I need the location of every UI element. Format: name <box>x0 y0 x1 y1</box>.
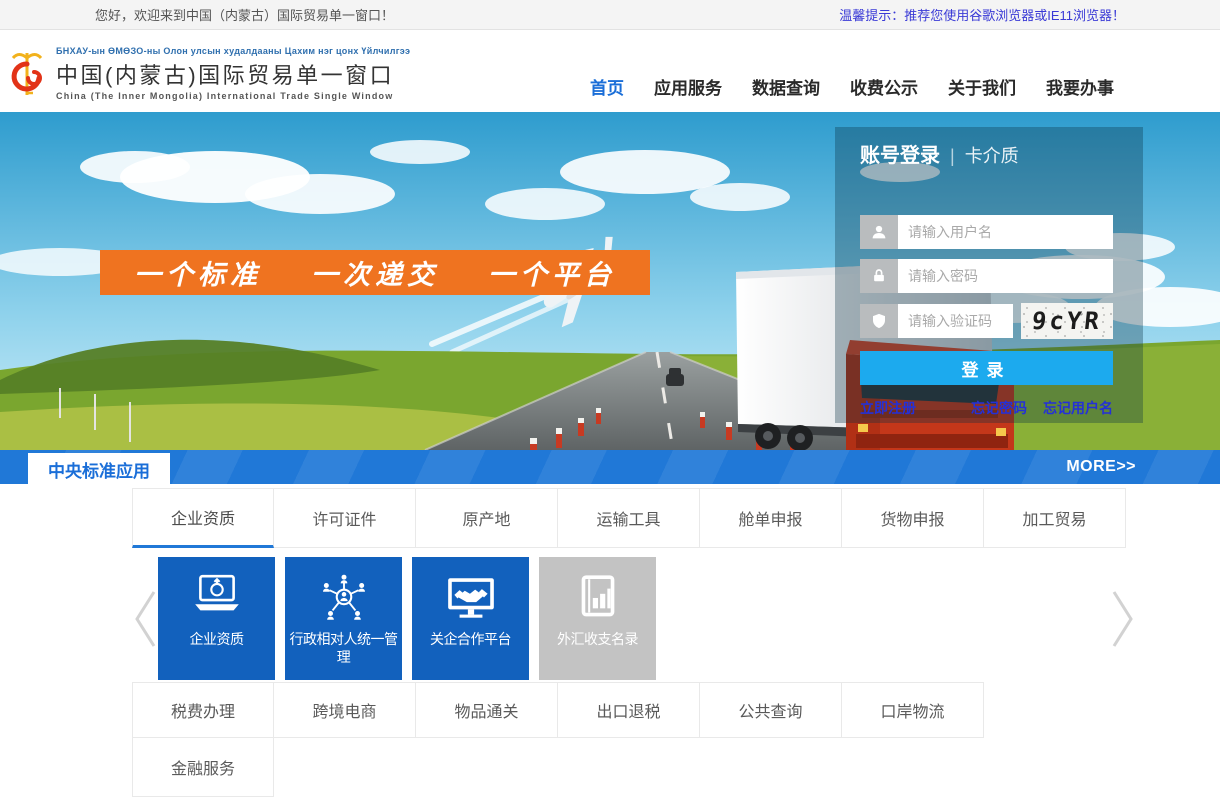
captcha-image[interactable]: 9cYR <box>1021 303 1113 339</box>
forgot-username-link[interactable]: 忘记用户名 <box>1043 398 1113 418</box>
login-links: 立即注册 忘记密码 忘记用户名 <box>860 398 1113 418</box>
card-administrative-counterpart-management[interactable]: 行政相对人统一管理 <box>285 557 402 680</box>
tab-card-login[interactable]: 卡介质 <box>965 142 1019 168</box>
tab-account-login[interactable]: 账号登录 <box>860 139 940 168</box>
site-logo: БНХАУ-ын ӨМӨЗО-ны Олон улсын худалдааны … <box>6 46 410 101</box>
app-category-tabs-row1: 企业资质 许可证件 原产地 运输工具 舱单申报 货物申报 加工贸易 <box>132 488 1126 548</box>
login-tab-divider: | <box>950 146 955 167</box>
tab-processing-trade[interactable]: 加工贸易 <box>984 488 1126 548</box>
tab-cross-border-ecommerce[interactable]: 跨境电商 <box>274 682 416 738</box>
captcha-code: 9cYR <box>1031 307 1104 335</box>
tab-manifest-declaration[interactable]: 舱单申报 <box>700 488 842 548</box>
app-category-tabs-row3: 金融服务 <box>132 737 274 797</box>
password-row <box>860 259 1113 293</box>
card-forex-receipts-directory[interactable]: 外汇收支名录 <box>539 557 656 680</box>
carousel-next-button[interactable] <box>1108 588 1136 650</box>
register-link[interactable]: 立即注册 <box>860 398 916 418</box>
people-network-icon <box>317 570 371 628</box>
browser-tip-text: 温馨提示：推荐您使用谷歌浏览器或IE11浏览器！ <box>839 5 1125 24</box>
card-customs-enterprise-cooperation-platform[interactable]: 关企合作平台 <box>412 557 529 680</box>
nav-item-about-us[interactable]: 关于我们 <box>948 74 1016 99</box>
slogan-banner: 一个标准 一次递交 一个平台 <box>100 250 650 295</box>
lock-icon <box>860 259 898 293</box>
app-cards: 企业资质 <box>158 557 656 680</box>
tab-goods-clearance[interactable]: 物品通关 <box>416 682 558 738</box>
carousel-prev-button[interactable] <box>132 588 160 650</box>
tab-financial-services[interactable]: 金融服务 <box>132 737 274 797</box>
captcha-input[interactable] <box>898 304 1013 338</box>
card-label: 企业资质 <box>188 630 246 648</box>
tab-tax-fee-handling[interactable]: 税费办理 <box>132 682 274 738</box>
tab-export-tax-rebate[interactable]: 出口退税 <box>558 682 700 738</box>
apps-section-band: 中央标准应用 MORE>> <box>0 450 1220 484</box>
site-header: БНХАУ-ын ӨМӨЗО-ны Олон улсын худалдааны … <box>0 30 1220 112</box>
ledger-chart-icon <box>571 570 625 628</box>
slogan-one-platform: 一个平台 <box>488 253 616 292</box>
hero-banner: 一个标准 一次递交 一个平台 账号登录 | 卡介质 <box>0 112 1220 450</box>
forgot-password-link[interactable]: 忘记密码 <box>971 398 1027 418</box>
slogan-one-submission: 一次递交 <box>311 253 439 292</box>
tab-port-logistics[interactable]: 口岸物流 <box>842 682 984 738</box>
card-label: 行政相对人统一管理 <box>285 630 402 666</box>
card-enterprise-qualification[interactable]: 企业资质 <box>158 557 275 680</box>
nav-item-my-affairs[interactable]: 我要办事 <box>1046 74 1114 99</box>
tab-enterprise-qualification[interactable]: 企业资质 <box>132 488 274 548</box>
login-panel: 账号登录 | 卡介质 <box>835 127 1143 423</box>
tab-license-certificates[interactable]: 许可证件 <box>274 488 416 548</box>
slogan-one-standard: 一个标准 <box>134 253 262 292</box>
captcha-row: 9cYR <box>860 303 1113 339</box>
customs-emblem-icon <box>6 49 48 99</box>
logo-mongolian-text: БНХАУ-ын ӨМӨЗО-ны Олон улсын худалдааны … <box>56 46 410 56</box>
laptop-emblem-icon <box>190 570 244 628</box>
nav-item-app-services[interactable]: 应用服务 <box>654 74 722 99</box>
nav-item-home[interactable]: 首页 <box>590 74 624 99</box>
top-notice-bar: 您好，欢迎来到中国（内蒙古）国际贸易单一窗口！ 温馨提示：推荐您使用谷歌浏览器或… <box>0 0 1220 30</box>
nav-item-data-query[interactable]: 数据查询 <box>752 74 820 99</box>
tab-cargo-declaration[interactable]: 货物申报 <box>842 488 984 548</box>
login-button[interactable]: 登录 <box>860 351 1113 385</box>
logo-title: 中国(内蒙古)国际贸易单一窗口 <box>56 58 410 90</box>
tab-origin[interactable]: 原产地 <box>416 488 558 548</box>
tab-public-query[interactable]: 公共查询 <box>700 682 842 738</box>
login-tabs: 账号登录 | 卡介质 <box>860 139 1143 168</box>
section-tab-central-standard-apps[interactable]: 中央标准应用 <box>28 453 170 486</box>
tab-transport-vehicle[interactable]: 运输工具 <box>558 488 700 548</box>
more-link[interactable]: MORE>> <box>1066 450 1136 484</box>
monitor-handshake-icon <box>444 570 498 628</box>
user-icon <box>860 215 898 249</box>
nav-item-fee-publicity[interactable]: 收费公示 <box>850 74 918 99</box>
welcome-text: 您好，欢迎来到中国（内蒙古）国际贸易单一窗口！ <box>95 5 394 24</box>
username-input[interactable] <box>898 215 1113 249</box>
username-row <box>860 215 1113 249</box>
password-input[interactable] <box>898 259 1113 293</box>
app-category-tabs-row2: 税费办理 跨境电商 物品通关 出口退税 公共查询 口岸物流 <box>132 682 984 738</box>
card-label: 关企合作平台 <box>428 630 513 648</box>
page: 您好，欢迎来到中国（内蒙古）国际贸易单一窗口！ 温馨提示：推荐您使用谷歌浏览器或… <box>0 0 1220 797</box>
main-nav: 首页 应用服务 数据查询 收费公示 关于我们 我要办事 <box>590 74 1114 99</box>
shield-icon <box>860 304 898 338</box>
login-form: 9cYR 登录 立即注册 忘记密码 忘记用户名 <box>860 215 1113 418</box>
card-label: 外汇收支名录 <box>555 630 640 648</box>
logo-subtitle: China (The Inner Mongolia) International… <box>56 91 410 101</box>
